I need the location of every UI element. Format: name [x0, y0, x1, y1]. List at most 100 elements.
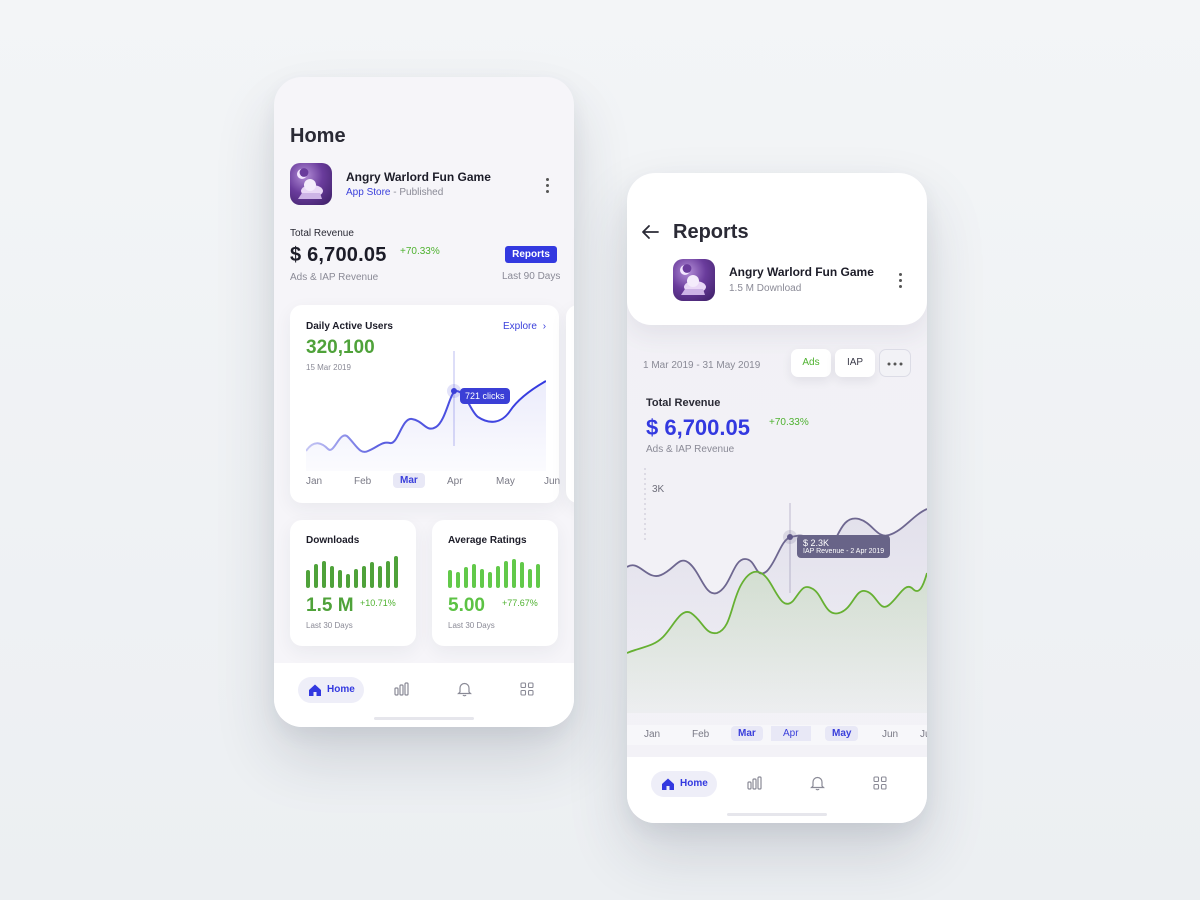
next-card-peek[interactable] [566, 305, 574, 503]
explore-label: Explore [503, 321, 537, 332]
dau-point[interactable] [451, 388, 457, 394]
ratings-bar [480, 569, 484, 588]
more-options-icon[interactable] [546, 178, 550, 196]
downloads-bar [370, 562, 374, 588]
daily-active-users-card[interactable]: Daily Active Users Explore › 320,100 15 … [290, 305, 560, 503]
ratings-bar [504, 561, 508, 588]
iap-filter-chip[interactable]: IAP [835, 349, 875, 377]
more-horizontal-icon [887, 362, 903, 366]
ratings-bar [512, 559, 516, 588]
ratings-value: 5.00 [448, 595, 485, 616]
month-selector: Jan Feb Mar Apr May Jun [306, 473, 566, 491]
ratings-bar [520, 562, 524, 588]
app-name: Angry Warlord Fun Game [346, 170, 491, 184]
month-feb[interactable]: Feb [354, 476, 371, 487]
home-icon [309, 684, 321, 696]
app-icon[interactable] [290, 163, 332, 205]
ratings-change: +77.67% [502, 598, 538, 608]
y-axis-tick: 3K [652, 484, 665, 495]
ratings-bar [456, 572, 460, 588]
ratings-period: Last 30 Days [448, 621, 495, 630]
revenue-change: +70.33% [769, 417, 809, 428]
bottom-nav: Home [627, 757, 927, 823]
downloads-bar [362, 566, 366, 588]
revenue-label: Total Revenue [290, 228, 354, 239]
dau-tooltip: 721 clicks [460, 388, 510, 404]
home-icon [662, 778, 674, 790]
date-range[interactable]: 1 Mar 2019 - 31 May 2019 [643, 360, 760, 371]
app-publish-status: App Store - Published [346, 187, 443, 198]
back-arrow-icon[interactable] [641, 224, 659, 240]
month-selector: Jan Feb Mar Apr May Jun Ju [627, 725, 927, 745]
home-screen: Home Angry Warlord Fun Game App Store - … [274, 77, 574, 727]
chevron-right-icon: › [542, 321, 547, 332]
revenue-sub: Ads & IAP Revenue [290, 272, 379, 283]
grid-icon[interactable] [873, 776, 887, 790]
reports-screen: Reports Angry Warlord Fun Game 1.5 M Dow… [627, 173, 927, 823]
app-store-link[interactable]: App Store [346, 187, 390, 198]
downloads-bar [394, 556, 398, 588]
nav-home-label: Home [680, 778, 708, 789]
revenue-line-chart[interactable] [627, 463, 927, 713]
revenue-change: +70.33% [400, 246, 440, 257]
home-indicator [727, 813, 827, 816]
tooltip-value: $ 2.3K [803, 538, 830, 548]
downloads-card[interactable]: Downloads 1.5 M +10.71% Last 30 Days [290, 520, 416, 646]
app-downloads: 1.5 M Download [729, 283, 802, 294]
month-jun[interactable]: Jun [544, 476, 560, 487]
card-title: Daily Active Users [306, 321, 393, 332]
downloads-bar [346, 574, 350, 588]
more-options-icon[interactable] [899, 273, 903, 291]
stats-icon[interactable] [394, 682, 409, 696]
month-mar[interactable]: Mar [731, 726, 763, 741]
month-apr[interactable]: Apr [771, 726, 811, 741]
month-feb[interactable]: Feb [692, 729, 709, 740]
bell-icon[interactable] [810, 775, 825, 791]
grid-icon[interactable] [520, 682, 534, 696]
average-ratings-card[interactable]: Average Ratings 5.00 +77.67% Last 30 Day… [432, 520, 558, 646]
downloads-value: 1.5 M [306, 595, 354, 616]
ratings-bar [448, 570, 452, 588]
dau-line-chart[interactable] [306, 351, 546, 471]
bell-icon[interactable] [457, 681, 472, 697]
month-jan[interactable]: Jan [644, 729, 660, 740]
month-apr[interactable]: Apr [447, 476, 463, 487]
downloads-bar [378, 566, 382, 588]
month-jun[interactable]: Jun [882, 729, 898, 740]
iap-point[interactable] [787, 534, 793, 540]
explore-link[interactable]: Explore › [503, 321, 546, 332]
ratings-bar [464, 567, 468, 588]
revenue-label: Total Revenue [646, 397, 721, 409]
more-filters-button[interactable] [879, 349, 911, 377]
stats-icon[interactable] [747, 776, 762, 790]
nav-home-label: Home [327, 684, 355, 695]
downloads-period: Last 30 Days [306, 621, 353, 630]
month-may[interactable]: May [825, 726, 859, 741]
app-name: Angry Warlord Fun Game [729, 265, 874, 279]
downloads-bar [338, 570, 342, 588]
ads-filter-chip[interactable]: Ads [791, 349, 831, 377]
downloads-bar [354, 569, 358, 588]
reports-button[interactable]: Reports [505, 246, 557, 263]
downloads-change: +10.71% [360, 598, 396, 608]
month-may[interactable]: May [496, 476, 515, 487]
revenue-value: $ 6,700.05 [290, 244, 387, 266]
downloads-bar [330, 566, 334, 588]
month-jul[interactable]: Ju [920, 729, 927, 740]
month-mar[interactable]: Mar [393, 473, 425, 488]
page-title: Reports [673, 221, 749, 243]
revenue-value: $ 6,700.05 [646, 415, 750, 440]
nav-home-button[interactable]: Home [298, 677, 364, 703]
month-jan[interactable]: Jan [306, 476, 322, 487]
nav-home-button[interactable]: Home [651, 771, 717, 797]
downloads-bar-chart [306, 556, 402, 588]
app-icon[interactable] [673, 259, 715, 301]
ratings-bar-chart [448, 556, 544, 588]
reports-header: Reports Angry Warlord Fun Game 1.5 M Dow… [627, 173, 927, 325]
downloads-bar [314, 564, 318, 588]
period-label: Last 90 Days [502, 271, 561, 282]
chart-tooltip: $ 2.3K IAP Revenue - 2 Apr 2019 [797, 535, 891, 558]
ratings-bar [496, 566, 500, 588]
card-title: Average Ratings [448, 535, 527, 546]
downloads-bar [306, 570, 310, 588]
